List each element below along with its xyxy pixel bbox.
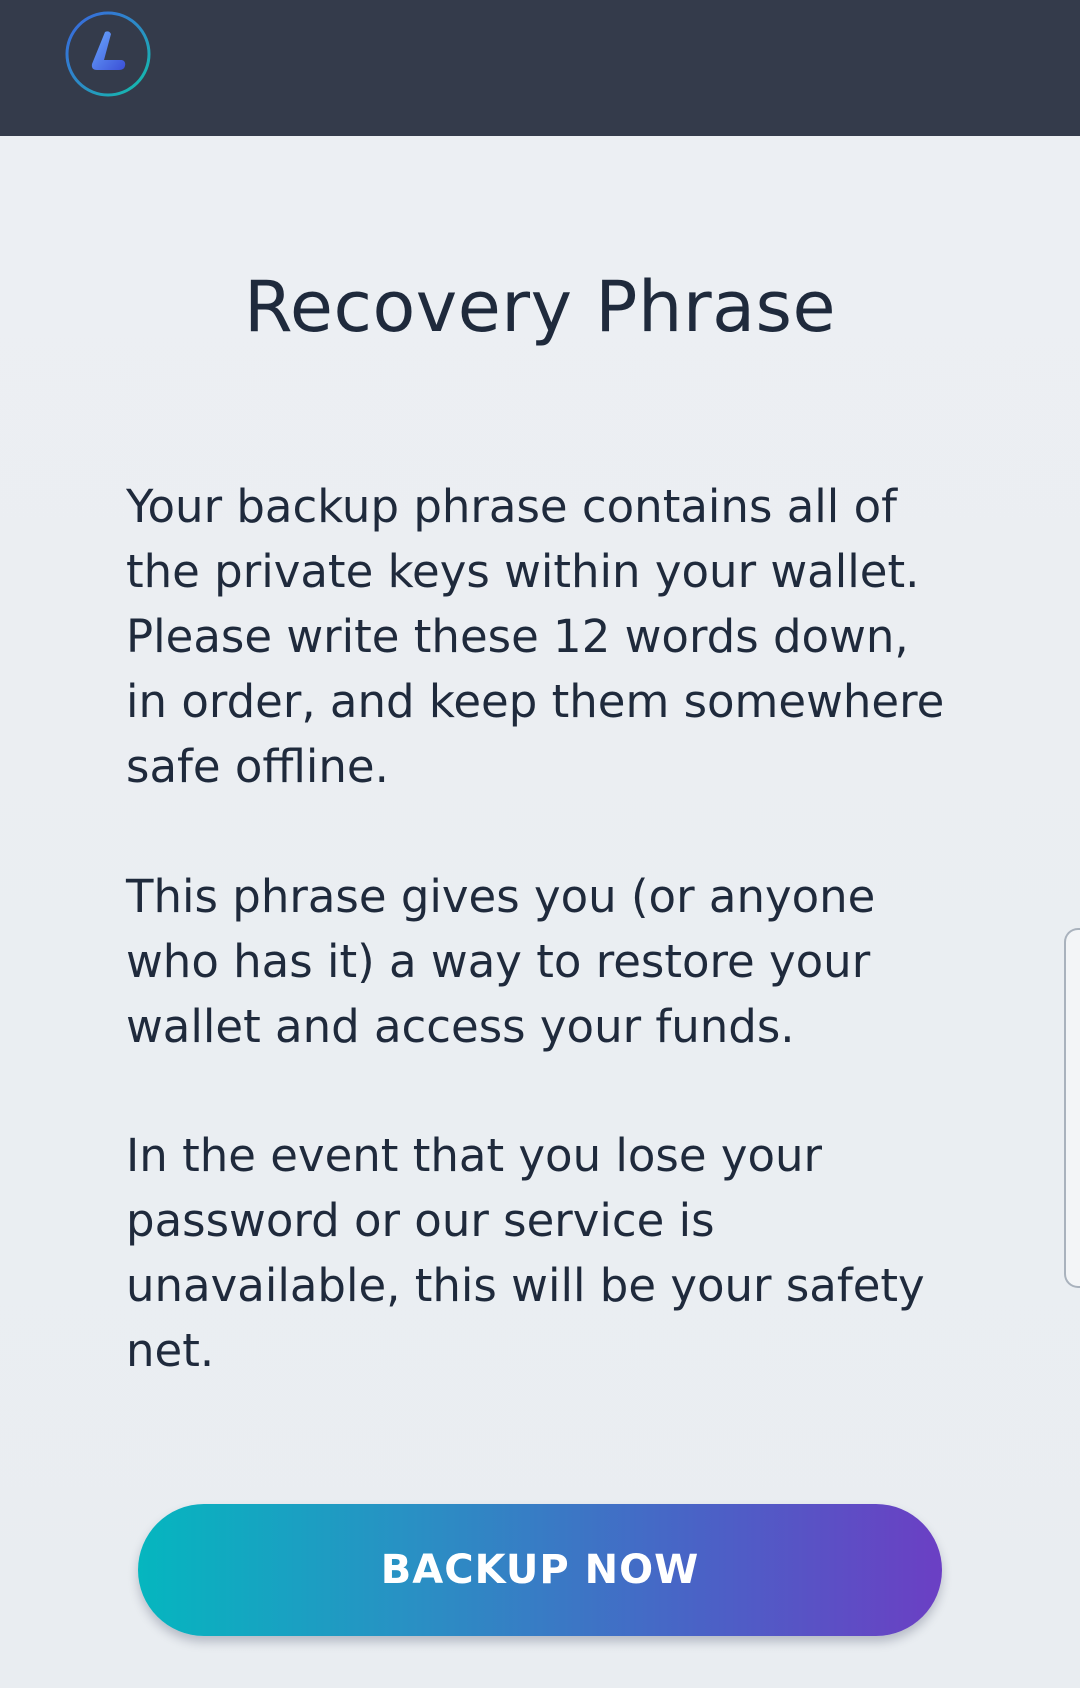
top-header-bar (0, 0, 1080, 136)
intro-paragraph: Your backup phrase contains all of the p… (126, 480, 945, 793)
main-content: Recovery Phrase Your backup phrase conta… (0, 136, 1080, 1688)
restore-paragraph: This phrase gives you (or anyone who has… (126, 870, 876, 1053)
page-title: Recovery Phrase (243, 266, 837, 348)
wallet-logo-icon[interactable] (64, 10, 152, 98)
edge-panel-handle[interactable] (1064, 928, 1080, 1288)
backup-now-button[interactable]: BACKUP NOW (138, 1504, 942, 1636)
safety-net-paragraph: In the event that you lose your password… (126, 1129, 925, 1377)
